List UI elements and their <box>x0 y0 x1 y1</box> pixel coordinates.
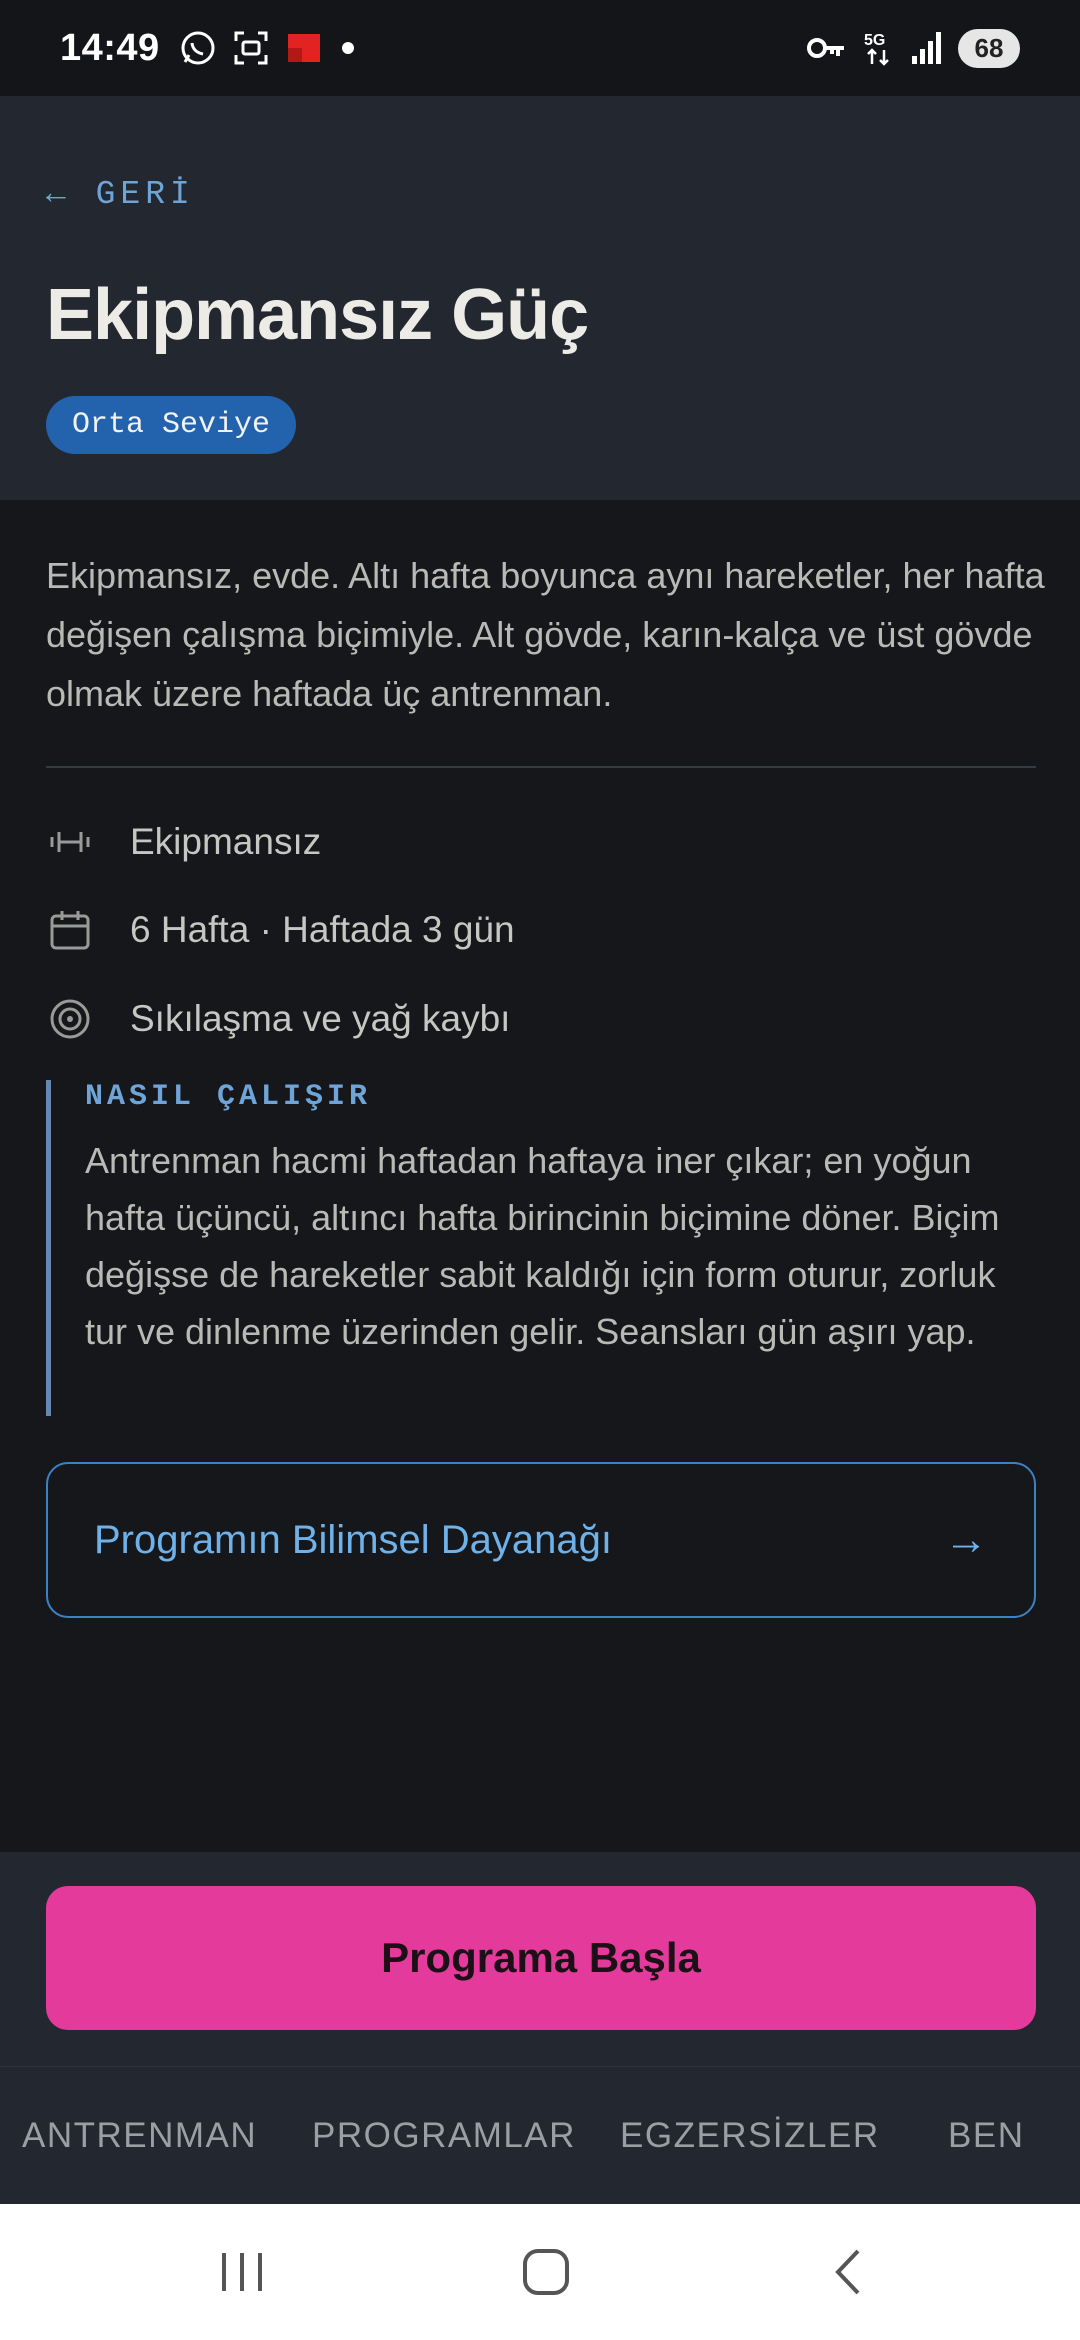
cta-panel: Programa Başla <box>0 1852 1080 2066</box>
info-text-duration: 6 Hafta · Haftada 3 gün <box>130 909 515 950</box>
system-navigation-bar <box>0 2204 1080 2340</box>
dumbbell-icon <box>46 818 94 866</box>
start-program-button[interactable]: Programa Başla <box>46 1886 1036 2030</box>
back-button[interactable]: ← GERİ <box>46 176 195 213</box>
info-row-goal: Sıkılaşma ve yağ kaybı <box>46 995 510 1043</box>
recent-apps-icon[interactable] <box>182 2204 302 2340</box>
science-link-card[interactable]: Programın Bilimsel Dayanağı → <box>46 1462 1036 1618</box>
status-time: 14:49 <box>60 26 160 69</box>
svg-text:5G: 5G <box>864 32 885 49</box>
arrow-right-icon: → <box>944 1515 988 1564</box>
info-row-equipment: Ekipmansız <box>46 818 321 866</box>
5g-icon: 5G <box>864 32 889 66</box>
info-text-equipment: Ekipmansız <box>130 821 322 862</box>
nav-item-exercises[interactable]: EGZERSİZLER <box>620 2067 880 2205</box>
divider <box>46 766 1036 768</box>
flag-icon <box>287 34 320 62</box>
nav-item-profile[interactable]: BEN <box>948 2067 1024 2205</box>
target-icon <box>46 995 94 1043</box>
info-text-goal: Sıkılaşma ve yağ kaybı <box>130 998 511 1039</box>
program-description: Ekipmansız, evde. Altı hafta boyunca ayn… <box>46 555 1045 714</box>
program-header: ← GERİ Ekipmansız Güç Orta Seviye <box>0 96 1080 500</box>
calendar-icon <box>46 906 94 954</box>
battery-indicator: 68 <box>958 28 1020 68</box>
whatsapp-icon <box>181 31 215 65</box>
page-title: Ekipmansız Güç <box>46 275 589 355</box>
screenshot-icon <box>234 31 268 65</box>
science-link-label: Programın Bilimsel Dayanağı <box>94 1517 612 1562</box>
status-left-icons <box>178 28 358 68</box>
back-nav-icon[interactable] <box>788 2204 908 2340</box>
status-bar: 14:49 5G 68 <box>0 0 1080 96</box>
how-it-works-block: NASIL ÇALIŞIR Antrenman hacmi haftadan h… <box>46 1080 1036 1416</box>
dot-icon <box>341 42 354 54</box>
key-icon <box>807 38 844 58</box>
home-icon[interactable] <box>486 2204 606 2340</box>
nav-item-workout[interactable]: ANTRENMAN <box>22 2067 257 2205</box>
nav-item-programs[interactable]: PROGRAMLAR <box>312 2067 576 2205</box>
status-right: 5G 68 <box>806 28 1020 68</box>
level-badge: Orta Seviye <box>46 396 297 454</box>
how-it-works-text: Antrenman hacmi haftadan haftaya iner çı… <box>85 1140 1000 1352</box>
how-it-works-title: NASIL ÇALIŞIR <box>85 1080 372 1114</box>
info-row-duration: 6 Hafta · Haftada 3 gün <box>46 906 515 954</box>
signal-icon <box>912 32 941 64</box>
bottom-nav: ANTRENMAN PROGRAMLAR EGZERSİZLER BEN <box>0 2066 1080 2204</box>
